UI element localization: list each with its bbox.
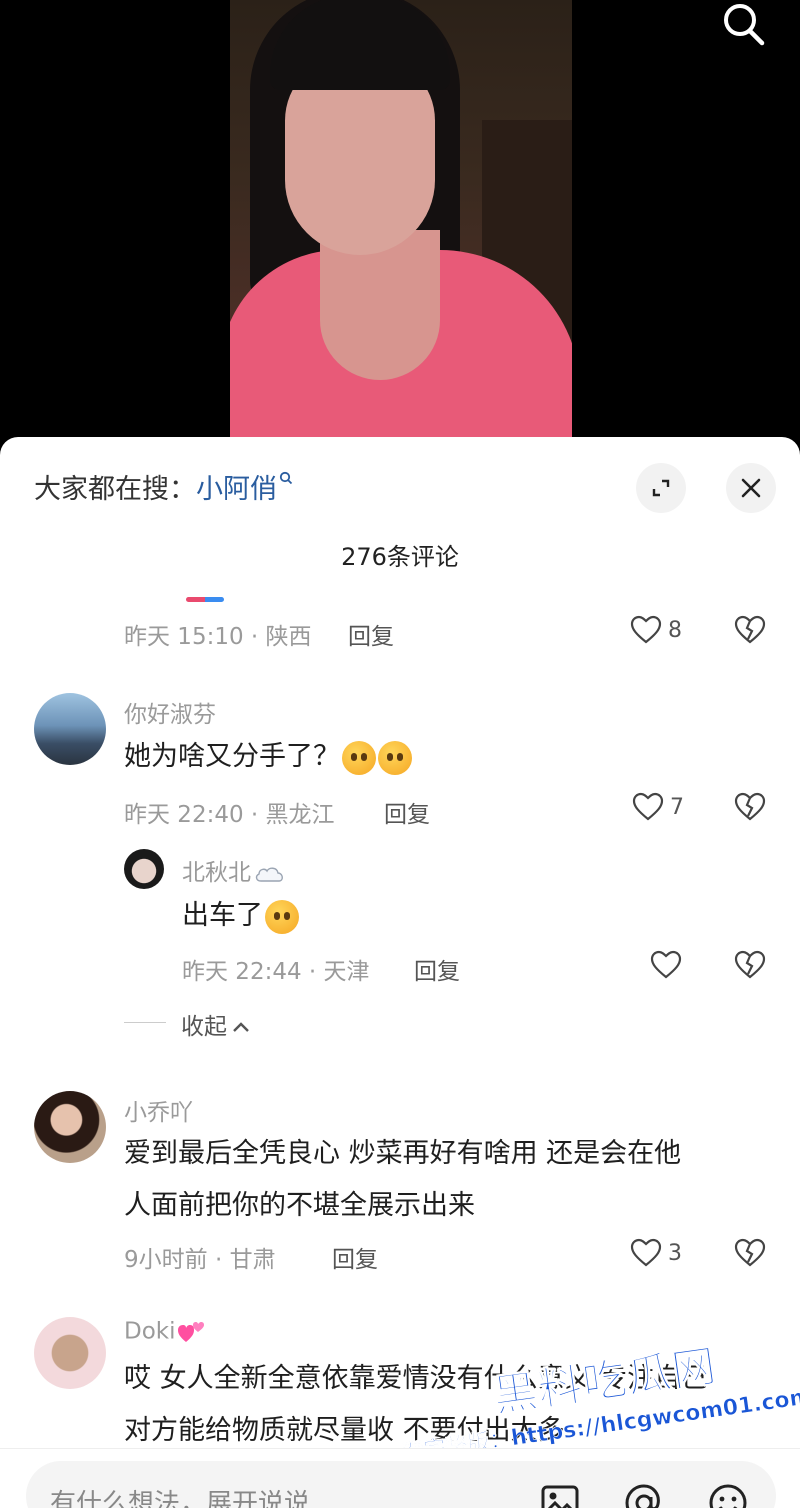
comment-username-text: Doki (124, 1318, 176, 1345)
like-button[interactable]: 7 (632, 792, 684, 822)
reply-meta: 昨天 22:44 · 天津 (182, 959, 370, 985)
like-button[interactable]: 3 (630, 1238, 682, 1268)
comment-text-content: 她为啥又分手了？ (124, 741, 340, 772)
divider (124, 1022, 166, 1023)
collapse-label: 收起 (181, 1014, 227, 1040)
comment-input-bar: 有什么想法，展开说说 (0, 1448, 800, 1508)
video-frame (230, 0, 572, 450)
avatar[interactable] (34, 1317, 106, 1389)
comment-meta: 9小时前 · 甘肃 (124, 1247, 276, 1273)
chevron-up-icon (233, 1022, 249, 1032)
video-person-neck (320, 230, 440, 380)
dislike-button[interactable] (734, 1238, 766, 1272)
comment-count: 276条评论 (341, 543, 459, 571)
laugh-cry-emoji-icon (378, 740, 412, 775)
heart-icon (650, 950, 682, 979)
reply-button[interactable]: 回复 (348, 617, 394, 651)
avatar[interactable] (34, 693, 106, 765)
collapse-replies-button[interactable]: 收起 (181, 1007, 251, 1041)
comment-text: 她为啥又分手了？ (124, 731, 412, 783)
crying-emoji-icon (265, 899, 299, 934)
heart-icon (630, 1238, 662, 1267)
comment-input-placeholder: 有什么想法，展开说说 (50, 1489, 311, 1508)
reply-username[interactable]: 北秋北 (182, 853, 287, 887)
dislike-button[interactable] (734, 615, 766, 649)
dislike-button[interactable] (734, 792, 766, 826)
image-icon (541, 1485, 579, 1508)
emoji-button[interactable] (706, 1481, 750, 1508)
hearts-icon (177, 1322, 204, 1342)
search-icon (724, 4, 765, 46)
expand-button[interactable] (636, 463, 686, 513)
expand-icon (652, 479, 670, 497)
hot-search-bar[interactable]: 大家都在搜：小阿俏 (34, 467, 293, 506)
comment-text-line: 哎 女人全新全意依靠爱情没有什么意义 专注自己 (124, 1363, 709, 1394)
close-button[interactable] (726, 463, 776, 513)
reply-username-text: 北秋北 (182, 860, 251, 886)
comment-text-line: 人面前把你的不堪全展示出来 (124, 1190, 475, 1221)
comment-username[interactable]: Doki (124, 1318, 208, 1346)
heart-icon (632, 792, 664, 821)
like-button[interactable]: 8 (630, 615, 682, 645)
heart-icon (630, 615, 662, 644)
reply-button[interactable]: 回复 (332, 1240, 378, 1274)
image-button[interactable] (538, 1481, 582, 1508)
smile-icon (709, 1484, 747, 1508)
cloud-icon (255, 867, 283, 882)
avatar[interactable] (124, 849, 164, 889)
comment-meta: 昨天 22:40 · 黑龙江 (124, 802, 335, 828)
partial-comment-decoration (186, 597, 224, 602)
reply-button[interactable]: 回复 (384, 795, 430, 829)
reply-text-content: 出车了 (182, 900, 263, 931)
at-icon (625, 1484, 660, 1508)
like-count: 8 (668, 617, 682, 643)
search-button[interactable] (716, 0, 772, 50)
video-player[interactable] (0, 0, 800, 450)
broken-heart-icon (734, 615, 766, 644)
crying-emoji-icon (342, 740, 376, 775)
dislike-button[interactable] (734, 950, 766, 984)
comment-text-line: 爱到最后全凭良心 炒菜再好有啥用 还是会在他 (124, 1138, 682, 1169)
like-button[interactable] (650, 950, 688, 980)
hot-search-keyword[interactable]: 小阿俏 (196, 474, 277, 505)
comment-sheet: 大家都在搜：小阿俏 276条评论 昨天 15:10 · 陕西 回复 8 你好淑芬… (0, 437, 800, 1508)
close-icon (741, 478, 761, 498)
broken-heart-icon (734, 1238, 766, 1267)
comment-input[interactable]: 有什么想法，展开说说 (26, 1461, 776, 1508)
mention-button[interactable] (622, 1481, 666, 1508)
comment-username[interactable]: 小乔吖 (124, 1093, 193, 1127)
like-count: 7 (670, 794, 684, 820)
broken-heart-icon (734, 792, 766, 821)
avatar[interactable] (34, 1091, 106, 1163)
like-count: 3 (668, 1240, 682, 1266)
hot-search-prefix: 大家都在搜： (34, 474, 196, 505)
broken-heart-icon (734, 950, 766, 979)
reply-text: 出车了 (182, 890, 299, 942)
comment-meta: 昨天 15:10 · 陕西 (124, 624, 312, 650)
reply-button[interactable]: 回复 (414, 952, 460, 986)
search-small-icon (279, 471, 293, 485)
comment-username[interactable]: 你好淑芬 (124, 695, 216, 729)
